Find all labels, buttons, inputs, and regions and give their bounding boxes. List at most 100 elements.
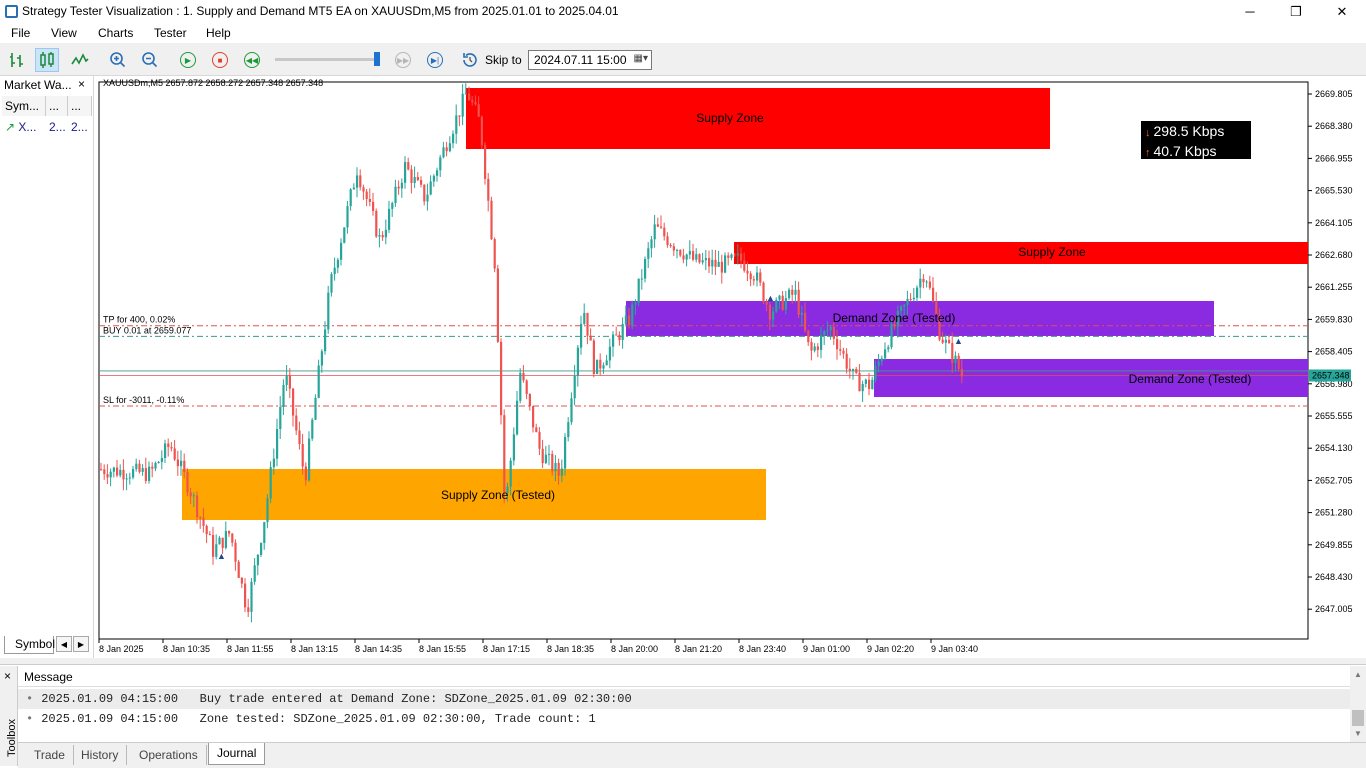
candle-body: [714, 259, 717, 267]
calendar-dropdown-icon[interactable]: ▦▾: [634, 53, 648, 64]
maximize-button[interactable]: ❐: [1273, 0, 1319, 23]
column-header-symbol[interactable]: Sym...: [2, 96, 46, 116]
journal-row[interactable]: • 2025.01.09 04:15:00 Buy trade entered a…: [18, 689, 1350, 709]
candle-body: [532, 406, 535, 428]
candle-body: [810, 342, 813, 351]
tab-scroll-left-icon[interactable]: ◀: [56, 636, 72, 652]
candle-body: [778, 295, 781, 300]
candle-body: [397, 186, 400, 189]
menu-charts[interactable]: Charts: [98, 26, 133, 40]
candle-body: [874, 366, 877, 380]
market-watch-tab-symbol[interactable]: Symbol: [4, 636, 55, 654]
zone-label-2: Supply Zone: [1018, 245, 1086, 259]
candle-body: [240, 577, 243, 584]
candle-body: [839, 349, 842, 351]
tab-trade[interactable]: Trade: [26, 745, 74, 765]
candle-body: [164, 443, 167, 458]
tab-scroll-right-icon[interactable]: ▶: [73, 636, 89, 652]
candle-body: [480, 116, 483, 146]
price-tick-label: 2666.955: [1315, 153, 1353, 163]
chart-area[interactable]: ▲ ▲ ▲ Supply Zone Supply Zone Demand Zone (Te…: [94, 76, 1366, 658]
bar-chart-icon[interactable]: [5, 48, 29, 72]
candle-body: [436, 170, 439, 176]
price-tick-label: 2665.530: [1315, 186, 1353, 196]
line-chart-icon[interactable]: [68, 48, 92, 72]
column-header-ask[interactable]: ...: [68, 96, 92, 116]
step-forward-icon[interactable]: ▶|: [423, 48, 447, 72]
journal-scrollbar[interactable]: ▲ ▼: [1350, 666, 1366, 742]
price-tick-label: 2655.555: [1315, 411, 1353, 421]
candle-body: [800, 312, 803, 315]
rewind-icon[interactable]: ◀◀: [240, 48, 264, 72]
symbol-cell[interactable]: ↗ X...: [2, 118, 46, 136]
kbps-down: 298.5 Kbps: [1153, 123, 1225, 139]
time-tick-label: 9 Jan 02:20: [867, 644, 914, 654]
step-icon[interactable]: ▶▶: [391, 48, 415, 72]
minimize-button[interactable]: ─: [1227, 0, 1273, 23]
zoom-in-icon[interactable]: [106, 48, 130, 72]
toolbox-close-icon[interactable]: ×: [4, 669, 11, 683]
market-watch-close-icon[interactable]: ×: [78, 77, 85, 91]
candle-body: [128, 477, 131, 479]
candle-body: [912, 297, 915, 300]
candle-body: [228, 530, 231, 534]
candle-body: [484, 145, 487, 179]
candle-body: [906, 298, 909, 305]
scroll-thumb[interactable]: [1352, 710, 1364, 726]
speed-slider-thumb[interactable]: [374, 52, 380, 66]
stop-icon[interactable]: ■: [208, 48, 232, 72]
candle-body: [231, 533, 234, 543]
candle-body: [340, 242, 343, 260]
column-header-bid[interactable]: ...: [46, 96, 68, 116]
candle-body: [208, 534, 211, 536]
price-chart[interactable]: ▲ ▲ ▲ Supply Zone Supply Zone Demand Zone (Te…: [94, 76, 1366, 658]
skip-to-date-input[interactable]: 2024.07.11 15:00 ▦▾: [528, 50, 652, 70]
candle-body: [375, 210, 378, 237]
candle-body: [752, 279, 755, 281]
tab-operations[interactable]: Operations: [131, 745, 207, 765]
info-dot-icon: •: [26, 692, 34, 706]
candle-body: [135, 463, 138, 470]
candle-body: [564, 437, 567, 469]
candle-body: [701, 260, 704, 263]
candle-body: [407, 162, 410, 170]
candle-body: [784, 298, 787, 310]
scroll-down-icon[interactable]: ▼: [1354, 729, 1362, 738]
candle-body: [298, 430, 301, 444]
candle-body: [394, 186, 397, 204]
candlestick-icon[interactable]: [35, 48, 59, 72]
tab-journal[interactable]: Journal: [208, 743, 266, 765]
market-watch-title: Market Wa...: [4, 78, 72, 92]
window-title: Strategy Tester Visualization : 1. Suppl…: [22, 4, 619, 18]
price-tick-label: 2647.005: [1315, 604, 1353, 614]
price-tick-label: 2668.380: [1315, 121, 1353, 131]
candle-body: [880, 358, 883, 362]
kbps-up: 40.7 Kbps: [1153, 143, 1217, 159]
candle-body: [324, 329, 327, 352]
time-tick-label: 9 Jan 01:00: [803, 644, 850, 654]
candle-body: [189, 492, 192, 497]
close-button[interactable]: ✕: [1319, 0, 1365, 23]
skip-to-icon[interactable]: [459, 48, 483, 72]
candle-body: [845, 353, 848, 369]
candle-body: [794, 289, 797, 295]
menu-tester[interactable]: Tester: [154, 26, 187, 40]
speed-slider-track[interactable]: [275, 58, 380, 61]
journal-row[interactable]: • 2025.01.09 04:15:00 Zone tested: SDZone…: [18, 709, 1350, 729]
candle-body: [663, 227, 666, 237]
column-header-message[interactable]: Message: [18, 666, 1350, 687]
menu-file[interactable]: File: [11, 26, 30, 40]
tab-history[interactable]: History: [73, 745, 128, 765]
candle-body: [858, 372, 861, 392]
candle-body: [711, 259, 714, 267]
menu-view[interactable]: View: [51, 26, 77, 40]
candle-body: [221, 537, 224, 548]
scroll-up-icon[interactable]: ▲: [1354, 670, 1362, 679]
play-icon[interactable]: ▶: [176, 48, 200, 72]
time-tick-label: 8 Jan 13:15: [291, 644, 338, 654]
candle-body: [314, 397, 317, 420]
menu-help[interactable]: Help: [206, 26, 231, 40]
candle-body: [580, 323, 583, 348]
zoom-out-icon[interactable]: [138, 48, 162, 72]
menu-bar: File View Charts Tester Help: [0, 23, 1366, 43]
